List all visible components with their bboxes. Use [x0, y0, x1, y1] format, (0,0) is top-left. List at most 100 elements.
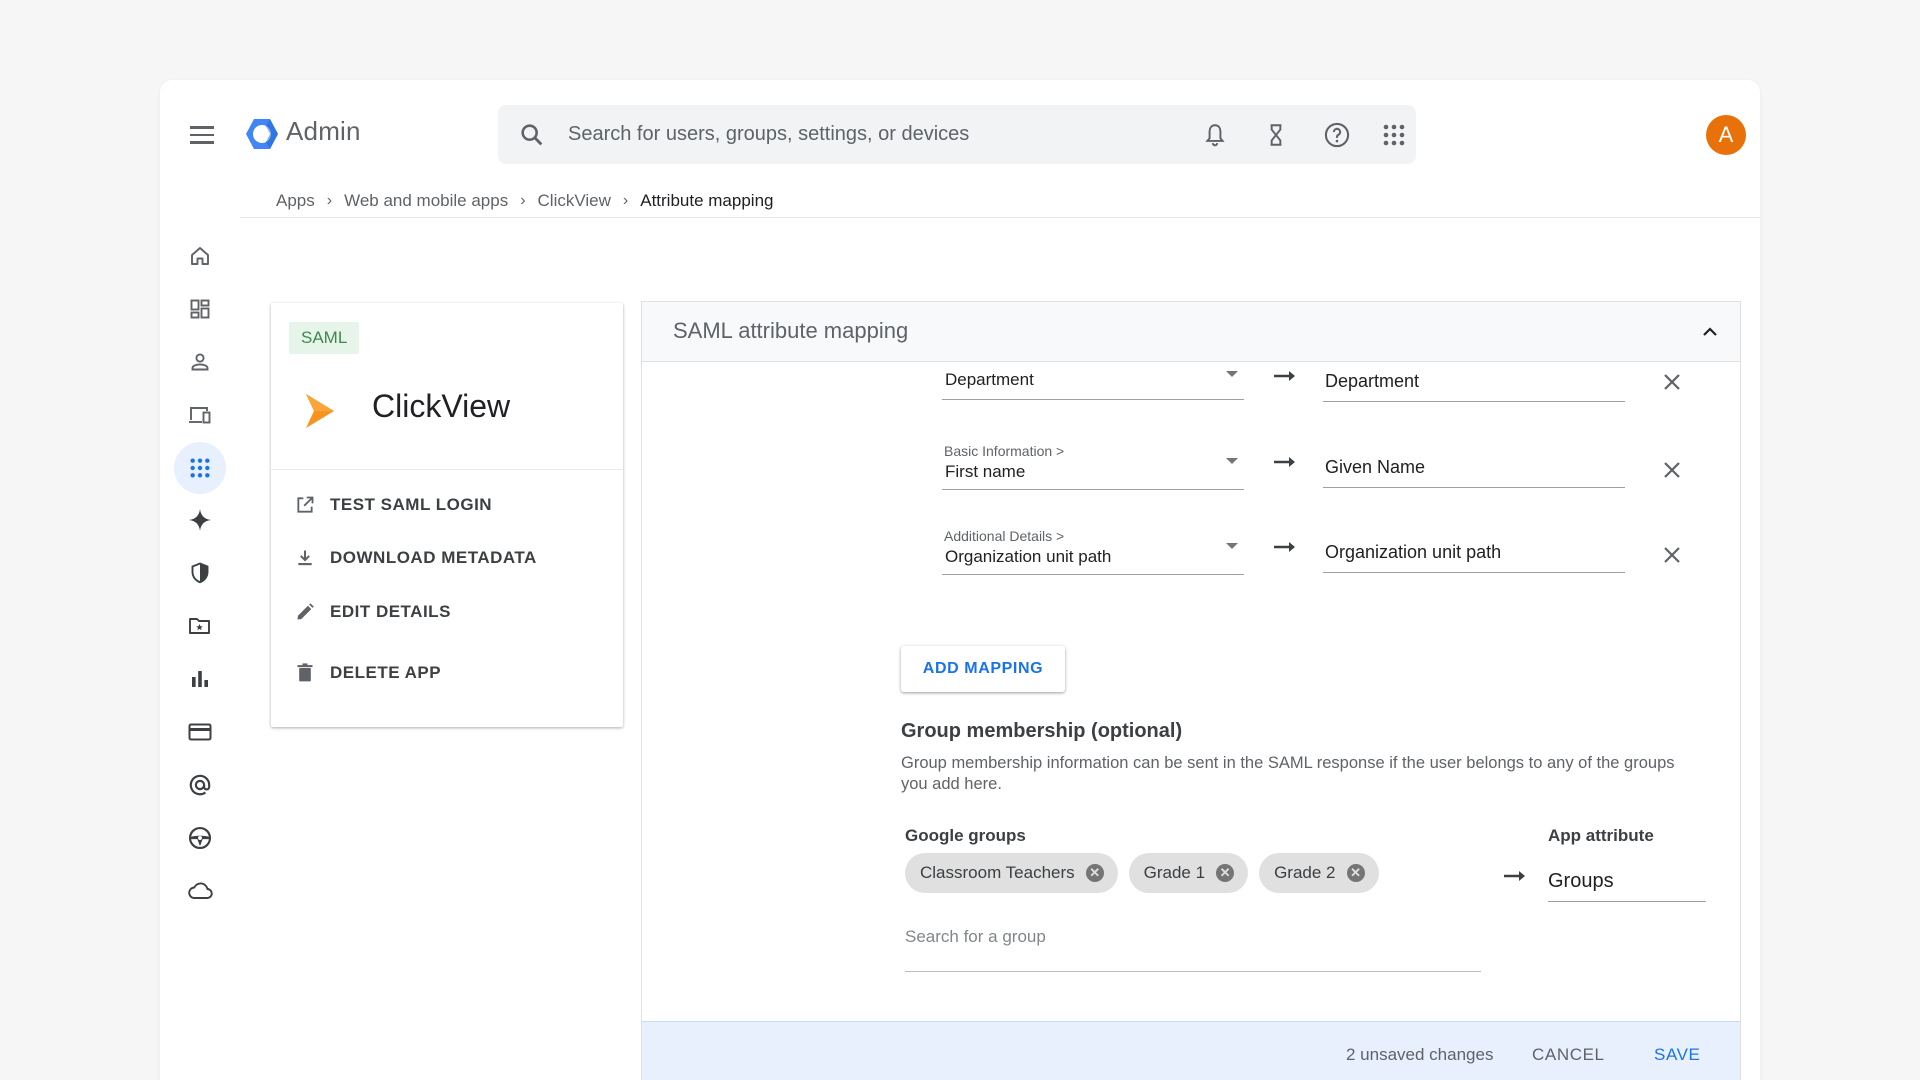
- admin-logo-icon: [246, 119, 278, 149]
- apps-grid-icon[interactable]: [174, 441, 226, 494]
- folder-icon[interactable]: [174, 600, 226, 652]
- target-attribute-field[interactable]: [1323, 533, 1625, 573]
- card-divider: [271, 469, 623, 470]
- arrow-right-icon: [1274, 371, 1295, 381]
- source-attribute-value: First name: [945, 462, 1026, 481]
- remove-chip-icon[interactable]: ✕: [1346, 864, 1365, 882]
- source-attribute-select[interactable]: Additional Details > Organization unit p…: [942, 515, 1244, 575]
- saml-badge: SAML: [289, 322, 360, 354]
- chevron-up-icon[interactable]: [1698, 320, 1722, 344]
- hourglass-tasks-icon[interactable]: [1256, 115, 1296, 155]
- billing-icon[interactable]: [174, 706, 226, 758]
- person-icon[interactable]: [174, 336, 226, 388]
- download-metadata-button[interactable]: DOWNLOAD METADATA: [293, 543, 537, 573]
- close-icon[interactable]: [1660, 543, 1684, 567]
- breadcrumb-clickview[interactable]: ClickView: [538, 191, 611, 211]
- reporting-icon[interactable]: [174, 653, 226, 705]
- source-attribute-select[interactable]: Department: [942, 340, 1244, 400]
- search-icon: [521, 123, 543, 145]
- arrow-right-icon: [1274, 457, 1295, 467]
- group-chip-label: Grade 1: [1143, 863, 1206, 882]
- apps-launcher-icon[interactable]: [1374, 115, 1414, 155]
- notifications-bell-icon[interactable]: [1195, 115, 1235, 155]
- target-attribute-input[interactable]: [1323, 533, 1625, 571]
- dropdown-caret-icon: [1226, 458, 1238, 464]
- close-icon[interactable]: [1660, 458, 1684, 482]
- app-attribute-label: App attribute: [1548, 826, 1654, 845]
- source-attribute-select[interactable]: Basic Information > First name: [942, 430, 1244, 490]
- save-button[interactable]: SAVE: [1654, 1045, 1701, 1065]
- arrow-right-icon: [1504, 871, 1525, 881]
- admin-window: Admin A Apps › Web and mobile apps › Cli…: [160, 80, 1760, 1080]
- delete-app-button[interactable]: DELETE APP: [293, 658, 441, 688]
- search-input[interactable]: [568, 123, 1368, 146]
- app-title: Admin: [286, 116, 361, 146]
- test-saml-login-label: TEST SAML LOGIN: [330, 495, 493, 514]
- test-saml-login-button[interactable]: TEST SAML LOGIN: [293, 490, 492, 520]
- breadcrumb-web-mobile-apps[interactable]: Web and mobile apps: [344, 191, 508, 211]
- group-search-field[interactable]: [905, 922, 1481, 972]
- source-attribute-value: Organization unit path: [945, 547, 1112, 566]
- mapping-row: Basic Information > First name: [642, 430, 1740, 490]
- unsaved-changes-text: 2 unsaved changes: [1346, 1045, 1494, 1064]
- pencil-icon: [293, 600, 317, 624]
- chevron-right-icon: ›: [622, 192, 629, 209]
- account-at-icon[interactable]: [174, 759, 226, 811]
- panel-title: SAML attribute mapping: [673, 318, 909, 343]
- group-chip[interactable]: Classroom Teachers ✕: [905, 853, 1118, 893]
- storage-cloud-icon[interactable]: [174, 865, 226, 917]
- group-chip-label: Classroom Teachers: [920, 863, 1075, 882]
- group-chip-label: Grade 2: [1274, 863, 1336, 882]
- source-attribute-category: Additional Details >: [944, 528, 1065, 544]
- breadcrumb-apps[interactable]: Apps: [276, 191, 315, 211]
- breadcrumb-current: Attribute mapping: [640, 191, 774, 210]
- save-bar: 2 unsaved changes CANCEL SAVE: [642, 1021, 1740, 1080]
- target-attribute-field[interactable]: [1323, 448, 1625, 488]
- group-chip[interactable]: Grade 1 ✕: [1128, 853, 1249, 893]
- dropdown-caret-icon: [1226, 543, 1238, 549]
- home-icon[interactable]: [174, 230, 226, 282]
- dropdown-caret-icon: [1226, 371, 1238, 377]
- mapping-row: Additional Details > Organization unit p…: [642, 515, 1740, 575]
- remove-chip-icon[interactable]: ✕: [1216, 864, 1235, 882]
- breadcrumb: Apps › Web and mobile apps › ClickView ›…: [276, 186, 773, 216]
- target-attribute-field[interactable]: [1323, 362, 1625, 402]
- open-in-new-icon: [293, 493, 317, 517]
- arrow-right-icon: [1274, 542, 1295, 552]
- app-attribute-input[interactable]: [1548, 862, 1706, 900]
- clickview-logo-icon: [306, 394, 334, 428]
- trash-icon: [293, 661, 317, 685]
- mapping-row: Department: [642, 362, 1740, 422]
- remove-chip-icon[interactable]: ✕: [1085, 864, 1104, 882]
- app-details-card: SAML ClickView TEST SAML LOGIN DOWNLOAD …: [271, 303, 623, 727]
- saml-attribute-mapping-panel: SAML attribute mapping Department Basic …: [641, 301, 1741, 1080]
- google-groups-label: Google groups: [905, 826, 1026, 845]
- target-attribute-input[interactable]: [1323, 448, 1625, 486]
- close-icon[interactable]: [1660, 370, 1684, 394]
- top-bar: Admin A: [160, 80, 1760, 190]
- avatar[interactable]: A: [1706, 115, 1746, 155]
- source-attribute-category: Basic Information >: [944, 443, 1065, 459]
- edit-details-button[interactable]: EDIT DETAILS: [293, 597, 451, 627]
- add-mapping-button[interactable]: ADD MAPPING: [901, 646, 1065, 692]
- group-membership-title: Group membership (optional): [901, 720, 1183, 742]
- app-attribute-field[interactable]: [1548, 862, 1706, 902]
- group-chip[interactable]: Grade 2 ✕: [1259, 853, 1379, 893]
- devices-icon[interactable]: [174, 389, 226, 441]
- sparkle-icon[interactable]: [174, 494, 226, 546]
- dashboard-icon[interactable]: [174, 283, 226, 335]
- breadcrumb-divider: [240, 217, 1760, 218]
- cancel-button[interactable]: CANCEL: [1532, 1045, 1605, 1065]
- group-membership-description: Group membership information can be sent…: [901, 754, 1675, 793]
- group-search-input[interactable]: [905, 922, 1481, 952]
- target-attribute-input[interactable]: [1323, 362, 1625, 400]
- help-icon[interactable]: [1317, 115, 1357, 155]
- main-menu-icon[interactable]: [190, 120, 220, 150]
- group-chips: Classroom Teachers ✕ Grade 1 ✕ Grade 2 ✕: [905, 853, 1379, 893]
- app-name: ClickView: [372, 388, 511, 424]
- source-attribute-value: Department: [945, 370, 1034, 389]
- rules-icon[interactable]: [174, 812, 226, 864]
- chevron-right-icon: ›: [326, 192, 333, 209]
- left-nav-rail: [174, 230, 226, 918]
- security-shield-icon[interactable]: [174, 547, 226, 599]
